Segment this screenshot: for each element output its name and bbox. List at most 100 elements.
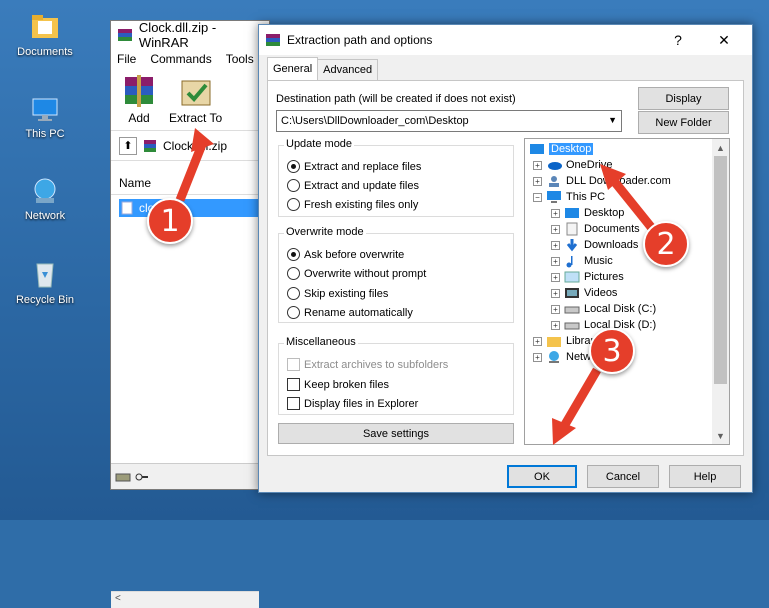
option-label: Extract and replace files bbox=[304, 160, 422, 173]
winrar-menu-bar: File Commands Tools bbox=[111, 49, 269, 69]
checkbox[interactable] bbox=[287, 358, 300, 371]
desktop-icon-label: Recycle Bin bbox=[15, 294, 75, 306]
option-label: Display files in Explorer bbox=[304, 397, 419, 410]
tree-item-local-disk-c[interactable]: + Local Disk (C:) bbox=[551, 301, 656, 317]
checkbox[interactable] bbox=[287, 378, 300, 391]
tab-general[interactable]: General bbox=[267, 57, 319, 80]
horizontal-scrollbar[interactable]: < bbox=[111, 591, 259, 608]
expand-icon[interactable]: + bbox=[533, 352, 542, 362]
tree-item-music[interactable]: + Music bbox=[551, 253, 613, 269]
radio-overwrite-without-prompt[interactable]: Overwrite without prompt bbox=[287, 267, 426, 280]
tree-item-onedrive[interactable]: + OneDrive bbox=[533, 157, 612, 173]
menu-commands[interactable]: Commands bbox=[150, 52, 211, 66]
new-folder-button[interactable]: New Folder bbox=[638, 111, 729, 134]
expand-icon[interactable]: + bbox=[551, 240, 560, 250]
scroll-up-icon[interactable]: ▲ bbox=[712, 139, 729, 156]
tree-item-desktop-root[interactable]: Desktop bbox=[529, 141, 594, 157]
radio-fresh-existing[interactable]: Fresh existing files only bbox=[287, 198, 418, 211]
tree-item-label: Music bbox=[584, 255, 613, 267]
winrar-title-bar[interactable]: Clock.dll.zip - WinRAR bbox=[111, 20, 269, 50]
folder-documents-icon bbox=[32, 15, 58, 38]
miscellaneous-group: Miscellaneous Extract archives to subfol… bbox=[278, 336, 514, 415]
radio-button[interactable] bbox=[287, 179, 300, 192]
tree-item-dll-downloader[interactable]: + DLL Downloader.com bbox=[533, 173, 671, 189]
expand-icon[interactable]: + bbox=[551, 272, 560, 282]
collapse-icon[interactable]: − bbox=[533, 192, 542, 202]
expand-icon[interactable]: + bbox=[533, 336, 542, 346]
expand-icon[interactable]: + bbox=[551, 256, 560, 266]
add-archive-icon bbox=[125, 75, 153, 107]
folder-tree[interactable]: Desktop + OneDrive + DLL Downloader.com … bbox=[524, 138, 730, 445]
menu-file[interactable]: File bbox=[117, 52, 136, 66]
radio-skip-existing[interactable]: Skip existing files bbox=[287, 287, 388, 300]
callout-3: 3 bbox=[589, 328, 635, 374]
extract-to-button[interactable]: Extract To bbox=[169, 73, 222, 126]
add-button[interactable]: Add bbox=[119, 73, 159, 126]
expand-icon[interactable]: + bbox=[551, 208, 560, 218]
column-header-name[interactable]: Name bbox=[111, 171, 259, 195]
radio-button[interactable] bbox=[287, 287, 300, 300]
scrollbar-thumb[interactable] bbox=[714, 156, 727, 384]
scroll-left-icon[interactable]: < bbox=[115, 593, 121, 604]
radio-button[interactable] bbox=[287, 267, 300, 280]
tree-item-videos[interactable]: + Videos bbox=[551, 285, 617, 301]
radio-button[interactable] bbox=[287, 306, 300, 319]
tab-advanced[interactable]: Advanced bbox=[317, 59, 379, 80]
tree-item-label: DLL Downloader.com bbox=[566, 175, 671, 187]
ok-button[interactable]: OK bbox=[507, 465, 577, 488]
desktop-folder-icon bbox=[565, 207, 579, 218]
expand-icon[interactable]: + bbox=[551, 224, 560, 234]
tree-vertical-scrollbar[interactable]: ▲ ▼ bbox=[712, 139, 729, 444]
tree-item-label: Desktop bbox=[584, 207, 625, 219]
tree-item-downloads[interactable]: + Downloads bbox=[551, 237, 638, 253]
destination-path-input[interactable]: C:\Users\DllDownloader_com\Desktop ▼ bbox=[276, 110, 622, 132]
save-settings-button[interactable]: Save settings bbox=[278, 423, 514, 444]
expand-icon[interactable]: + bbox=[551, 288, 560, 298]
radio-button[interactable] bbox=[287, 160, 300, 173]
radio-button[interactable] bbox=[287, 198, 300, 211]
display-button[interactable]: Display bbox=[638, 87, 729, 110]
desktop-icon-this-pc[interactable]: This PC bbox=[8, 96, 82, 140]
expand-icon[interactable]: + bbox=[551, 320, 560, 330]
up-folder-icon[interactable]: ⬆ bbox=[119, 136, 137, 155]
desktop-icon-documents[interactable]: Documents bbox=[8, 12, 82, 58]
check-display-explorer[interactable]: Display files in Explorer bbox=[287, 397, 418, 410]
dialog-tabs: General Advanced bbox=[267, 57, 379, 81]
help-button[interactable]: Help bbox=[669, 465, 741, 488]
chevron-down-icon[interactable]: ▼ bbox=[608, 115, 617, 125]
radio-button[interactable] bbox=[287, 248, 300, 261]
expand-icon[interactable]: + bbox=[551, 304, 560, 314]
desktop-icon-label: Network bbox=[24, 210, 66, 222]
expand-icon[interactable]: + bbox=[533, 176, 542, 186]
radio-ask-before-overwrite[interactable]: Ask before overwrite bbox=[287, 248, 404, 261]
radio-rename-automatically[interactable]: Rename automatically bbox=[287, 306, 413, 319]
tree-item-this-pc[interactable]: − This PC bbox=[533, 189, 605, 205]
option-label: Extract and update files bbox=[304, 179, 419, 192]
destination-path-value: C:\Users\DllDownloader_com\Desktop bbox=[281, 115, 469, 127]
radio-extract-replace[interactable]: Extract and replace files bbox=[287, 160, 421, 173]
tree-item-label: Videos bbox=[584, 287, 618, 299]
check-keep-broken[interactable]: Keep broken files bbox=[287, 378, 389, 391]
checkbox[interactable] bbox=[287, 397, 300, 410]
radio-extract-update[interactable]: Extract and update files bbox=[287, 179, 419, 192]
check-extract-subfolders[interactable]: Extract archives to subfolders bbox=[287, 358, 448, 371]
scroll-down-icon[interactable]: ▼ bbox=[712, 427, 729, 444]
tree-item-label: Pictures bbox=[584, 271, 624, 283]
menu-tools[interactable]: Tools bbox=[226, 52, 254, 66]
desktop-icon-network[interactable]: Network bbox=[8, 176, 82, 222]
close-icon[interactable]: ✕ bbox=[702, 25, 746, 55]
option-label: Rename automatically bbox=[304, 306, 413, 319]
help-title-button[interactable]: ? bbox=[656, 25, 700, 55]
desktop-icon-label: This PC bbox=[25, 128, 65, 140]
desktop-icon-recycle-bin[interactable]: Recycle Bin bbox=[8, 258, 82, 306]
column-header-label: Name bbox=[119, 175, 152, 190]
winrar-toolbar: Add Extract To bbox=[111, 69, 269, 131]
cancel-button[interactable]: Cancel bbox=[587, 465, 659, 488]
tree-item-pictures[interactable]: + Pictures bbox=[551, 269, 624, 285]
tree-item-documents[interactable]: + Documents bbox=[551, 221, 640, 237]
tree-item-label: Downloads bbox=[584, 239, 639, 251]
documents-icon bbox=[566, 222, 578, 236]
tree-item-desktop[interactable]: + Desktop bbox=[551, 205, 624, 221]
dialog-title-bar[interactable]: Extraction path and options ? ✕ bbox=[259, 25, 752, 55]
expand-icon[interactable]: + bbox=[533, 160, 542, 170]
